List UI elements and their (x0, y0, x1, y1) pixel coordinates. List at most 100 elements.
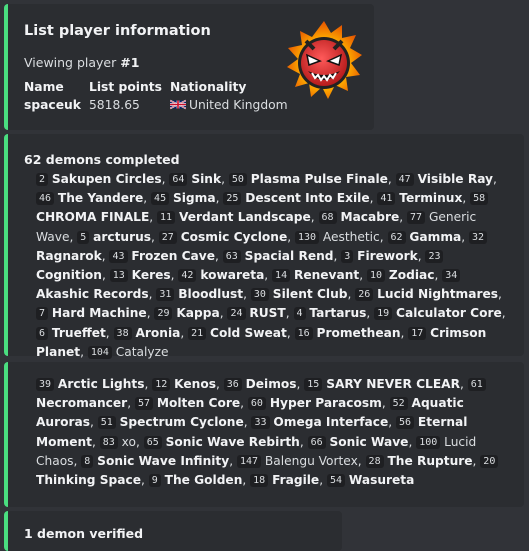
demon-entry: 51 Spectrum Cyclone (97, 415, 244, 430)
demon-entry: 26 Lucid Nightmares (355, 287, 499, 302)
demon-entry: 18 Fragile (250, 473, 320, 488)
nationality-text: United Kingdom (188, 98, 288, 112)
demon-entry: 47 Visible Ray (395, 172, 493, 186)
demon-entry: 31 Bloodlust (156, 287, 244, 302)
demon-entry: 2 Sakupen Circles (36, 172, 162, 186)
demon-entry: 42 kowareta (178, 268, 265, 283)
demon-name: arcturus (93, 229, 152, 244)
demon-entry: 83 xo (99, 434, 136, 449)
demon-name: Keres (131, 268, 171, 283)
demon-name: Aesthetic (322, 229, 380, 244)
player-info-embed: List player information Viewing player #… (4, 4, 374, 130)
demon-rank: 20 (480, 454, 499, 468)
demon-name: Necromancer (36, 396, 128, 411)
demon-list: 39 Arctic Lights, 12 Kenos, 36 Deimos, 1… (36, 375, 516, 490)
player-name-value: spaceuk (24, 98, 81, 112)
demon-rank: 61 (467, 378, 486, 391)
demon-name: Molten Core (156, 396, 241, 411)
demon-rank: 36 (223, 378, 242, 391)
demon-entry: 41 Terminux (377, 191, 462, 206)
demon-rank: 46 (36, 192, 55, 206)
demon-rank: 34 (442, 269, 461, 283)
field-list-points: List points 5818.65 (89, 80, 162, 112)
demon-name: Omega Interface (273, 415, 389, 430)
demon-rank: 62 (387, 230, 406, 244)
demon-name: Cosmic Cyclone (180, 229, 288, 244)
demon-name: Promethean (316, 325, 401, 340)
field-label: List points (88, 80, 162, 94)
demon-rank: 24 (227, 307, 246, 321)
demon-entry: 10 Zodiac (366, 268, 435, 283)
extreme-demon-face-icon (287, 21, 362, 99)
demon-rank: 104 (87, 345, 112, 359)
demon-name: Sonic Wave (329, 434, 409, 449)
demon-entry: 28 The Rupture (365, 454, 473, 468)
demon-name: xo (121, 434, 136, 449)
demon-rank: 6 (36, 326, 49, 340)
demon-rank: 32 (469, 230, 488, 244)
demon-entry: 104 Catalyze (87, 344, 169, 359)
embed-title: 62 demons completed (24, 152, 180, 167)
demon-name: Renevant (293, 268, 360, 283)
field-name: Name spaceuk (24, 80, 81, 112)
demon-rank: 27 (158, 230, 177, 244)
demon-entry: 63 Spacial Rend (222, 249, 334, 263)
demons-completed-embed: 62 demons completed 2 Sakupen Circles, 6… (4, 134, 524, 359)
demon-rank: 19 (374, 307, 393, 321)
demon-rank: 38 (113, 326, 132, 340)
demon-entry: 46 The Yandere (36, 191, 144, 206)
demon-rank: 65 (143, 435, 162, 449)
demon-rank: 25 (223, 192, 242, 206)
embed-title: List player information (24, 23, 211, 39)
demon-rank: 66 (307, 435, 326, 449)
demon-name: Catalyze (115, 344, 169, 359)
demon-rank: 23 (425, 249, 444, 263)
demon-entry: 29 Kappa (154, 306, 220, 321)
demon-name: Akashic Records (36, 287, 149, 302)
demon-name: Bloodlust (178, 287, 244, 302)
demon-name: CHROMA FINALE (36, 210, 150, 225)
demon-entry: 64 Sink (169, 172, 221, 186)
nationality-value: United Kingdom (169, 98, 288, 112)
demon-rank: 17 (408, 326, 427, 340)
demon-entry: 130 Aesthetic (294, 229, 380, 244)
demon-name: Plasma Pulse Finale (250, 172, 388, 186)
demon-entry: 43 Frozen Cave (109, 249, 215, 263)
demon-entry: 5 arcturus (77, 230, 151, 244)
demon-name: Arctic Lights (57, 377, 145, 391)
demon-name: kowareta (200, 268, 265, 283)
demon-entry: 25 Descent Into Exile (223, 191, 370, 206)
demon-name: Gamma (409, 229, 462, 244)
demon-name: Balengu Vortex (264, 453, 358, 468)
demon-entry: 14 Renevant (272, 268, 360, 283)
demon-rank: 18 (250, 474, 269, 488)
demon-name: Kenos (174, 377, 216, 391)
demon-name: Lucid Nightmares (377, 287, 499, 302)
demon-name: Silent Club (272, 287, 348, 302)
demon-rank: 68 (318, 211, 337, 225)
demon-name: Fragile (272, 473, 320, 488)
demon-name: Hard Machine (51, 306, 147, 321)
demon-rank: 51 (97, 416, 116, 430)
demon-name: Wasureta (348, 473, 415, 488)
demon-entry: 50 Plasma Pulse Finale (228, 172, 388, 186)
demon-list: 2 Sakupen Circles, 64 Sink, 50 Plasma Pu… (36, 172, 506, 359)
demon-rank: 45 (151, 192, 170, 206)
demon-entry: 62 Gamma (387, 229, 462, 244)
demon-name: Cognition (36, 268, 102, 283)
demon-name: RUST (249, 306, 286, 321)
demon-name: Hyper Paracosm (269, 396, 382, 411)
uk-flag-icon (169, 99, 186, 110)
demon-entry: 8 Sonic Wave Infinity (81, 454, 229, 468)
demon-name: Spectrum Cyclone (119, 415, 244, 430)
demon-name: The Yandere (57, 191, 144, 206)
demon-name: Sakupen Circles (51, 172, 162, 186)
demon-rank: 29 (154, 307, 173, 321)
demon-name: The Golden (164, 473, 243, 488)
demon-name: Verdant Landscape (178, 210, 311, 225)
demon-entry: 68 Macabre (318, 210, 399, 225)
demon-name: Zodiac (388, 268, 435, 283)
demon-entry: 54 Wasureta (326, 473, 415, 488)
demon-rank: 8 (81, 454, 94, 468)
demon-rank: 58 (470, 192, 489, 206)
